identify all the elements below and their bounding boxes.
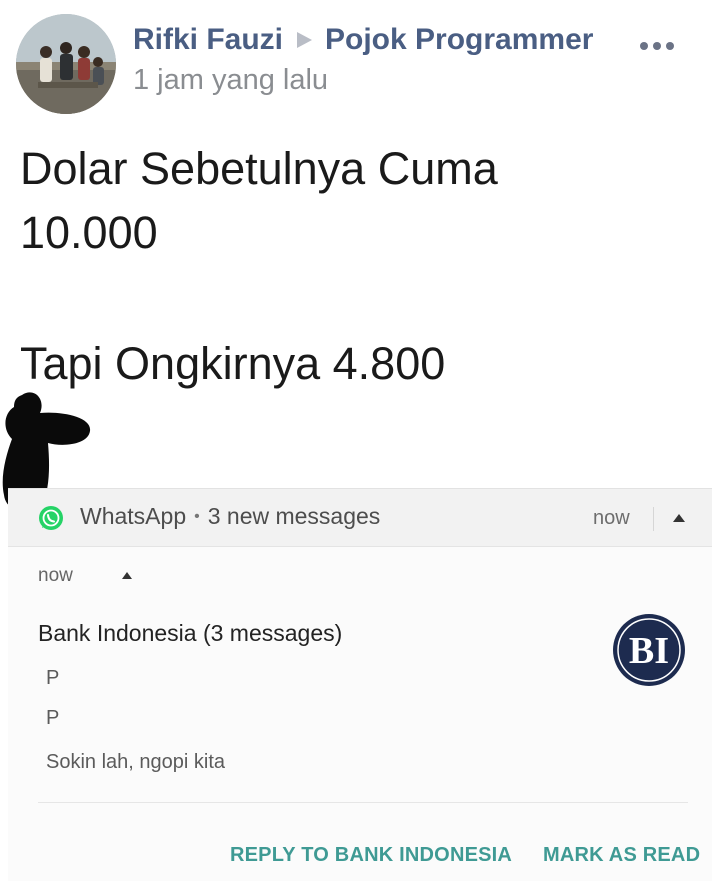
- author-name-link[interactable]: Rifki Fauzi: [133, 23, 283, 57]
- notification-summary: WhatsApp • 3 new messages: [80, 503, 380, 530]
- whatsapp-icon: [39, 506, 63, 530]
- message-line: P: [46, 667, 60, 689]
- svg-text:BI: BI: [629, 630, 669, 672]
- actions-divider: [38, 802, 688, 803]
- bank-indonesia-logo-icon: BI: [613, 614, 685, 686]
- separator-dot: •: [194, 507, 200, 525]
- message-count: 3 new messages: [207, 503, 381, 529]
- group-name-link[interactable]: Pojok Programmer: [325, 23, 593, 57]
- header-divider: [653, 507, 654, 531]
- more-horizontal-icon[interactable]: [640, 38, 680, 54]
- message-line: P: [46, 707, 60, 729]
- caret-up-icon[interactable]: [122, 572, 132, 579]
- author-line: Rifki Fauzi Pojok Programmer: [133, 20, 593, 60]
- notification-header[interactable]: WhatsApp • 3 new messages now: [8, 489, 712, 547]
- triangle-right-icon: [297, 32, 313, 48]
- post-text-line-2: 10.000: [20, 207, 158, 258]
- app-name: WhatsApp: [80, 503, 187, 529]
- whatsapp-notification[interactable]: WhatsApp • 3 new messages now now Bank I…: [8, 488, 712, 881]
- caret-up-icon[interactable]: [673, 514, 685, 522]
- reply-button[interactable]: REPLY TO BANK INDONESIA: [230, 844, 512, 867]
- conversation-title: Bank Indonesia (3 messages): [38, 620, 343, 646]
- author-avatar[interactable]: [16, 14, 116, 114]
- avatar-photo: [16, 14, 116, 114]
- message-line: Sokin lah, ngopi kita: [46, 751, 226, 773]
- mark-as-read-button[interactable]: MARK AS READ: [543, 844, 700, 867]
- post-timestamp[interactable]: 1 jam yang lalu: [133, 64, 328, 97]
- post-text-line-1: Dolar Sebetulnya Cuma: [20, 143, 498, 194]
- notification-time: now: [593, 507, 630, 529]
- sub-notification-time: now: [38, 565, 73, 586]
